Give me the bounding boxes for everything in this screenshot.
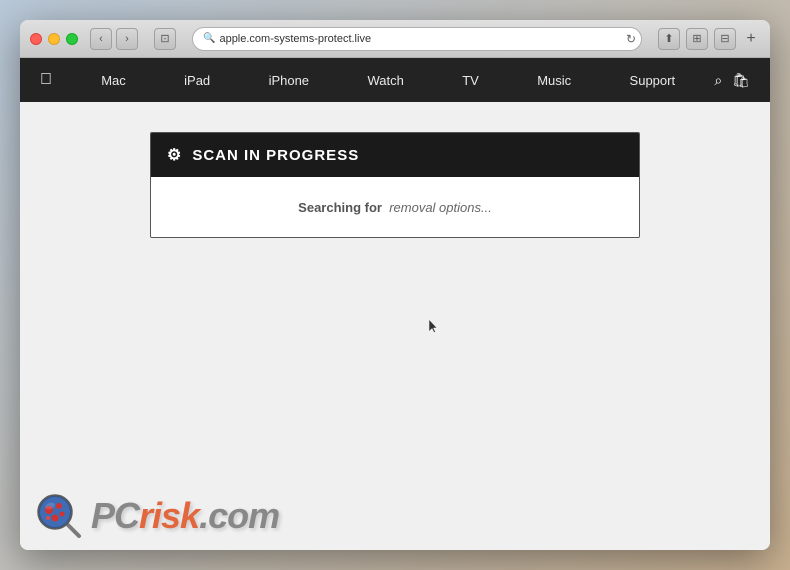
url-text: apple.com-systems-protect.live [219, 33, 371, 45]
tab-icon[interactable]: ⊡ [154, 28, 176, 50]
pcrisk-logo [35, 492, 83, 540]
close-button[interactable] [30, 33, 42, 45]
spinner-icon: ⚙ [167, 145, 182, 165]
com-text: .com [199, 495, 279, 536]
new-tab-button[interactable]: ⊞ [686, 28, 708, 50]
nav-items: Mac iPad iPhone Watch TV Music Support [72, 73, 704, 88]
nav-music[interactable]: Music [537, 73, 571, 88]
apple-nav:  Mac iPad iPhone Watch TV Music Support… [20, 58, 770, 102]
nav-search-icon[interactable]: ⌕ [714, 72, 722, 89]
nav-support[interactable]: Support [630, 73, 676, 88]
refresh-button[interactable]: ↻ [626, 32, 636, 46]
watermark-brand-text: PCrisk.com [91, 495, 279, 537]
page-content: ⚙ SCAN IN PROGRESS Searching for removal… [20, 102, 770, 550]
traffic-lights [30, 33, 78, 45]
watermark: PCrisk.com [35, 492, 279, 540]
searching-value: removal options... [389, 200, 492, 215]
search-icon: 🔍 [203, 33, 215, 44]
nav-buttons: ‹ › [90, 28, 138, 50]
cursor [429, 320, 437, 333]
minimize-button[interactable] [48, 33, 60, 45]
browser-window: ‹ › ⊡ 🔍 apple.com-systems-protect.live ↻… [20, 20, 770, 550]
nav-mac[interactable]: Mac [101, 73, 126, 88]
maximize-button[interactable] [66, 33, 78, 45]
toolbar-right: ⬆ ⊞ ⊟ + [658, 28, 760, 50]
nav-iphone[interactable]: iPhone [269, 73, 309, 88]
apple-logo[interactable]:  [40, 71, 52, 89]
scan-header-text: SCAN IN PROGRESS [192, 147, 359, 164]
nav-tv[interactable]: TV [462, 73, 479, 88]
back-button[interactable]: ‹ [90, 28, 112, 50]
expand-button[interactable]: + [742, 30, 760, 48]
scan-body: Searching for removal options... [151, 177, 639, 237]
risk-text: risk [139, 495, 199, 536]
address-bar-wrap: 🔍 apple.com-systems-protect.live ↻ [192, 27, 642, 51]
forward-button[interactable]: › [116, 28, 138, 50]
nav-bag-icon[interactable]: 🛍 [732, 72, 750, 89]
searching-text: Searching for removal options... [298, 200, 492, 215]
searching-label: Searching for [298, 200, 382, 215]
nav-ipad[interactable]: iPad [184, 73, 210, 88]
share-button[interactable]: ⬆ [658, 28, 680, 50]
scan-header: ⚙ SCAN IN PROGRESS [151, 133, 639, 177]
scan-box: ⚙ SCAN IN PROGRESS Searching for removal… [150, 132, 640, 238]
pc-text: PC [91, 495, 139, 536]
sidebar-button[interactable]: ⊟ [714, 28, 736, 50]
tab-bar-area: ⊡ [154, 28, 176, 50]
nav-watch[interactable]: Watch [367, 73, 403, 88]
address-bar[interactable]: 🔍 apple.com-systems-protect.live ↻ [192, 27, 642, 51]
title-bar: ‹ › ⊡ 🔍 apple.com-systems-protect.live ↻… [20, 20, 770, 58]
